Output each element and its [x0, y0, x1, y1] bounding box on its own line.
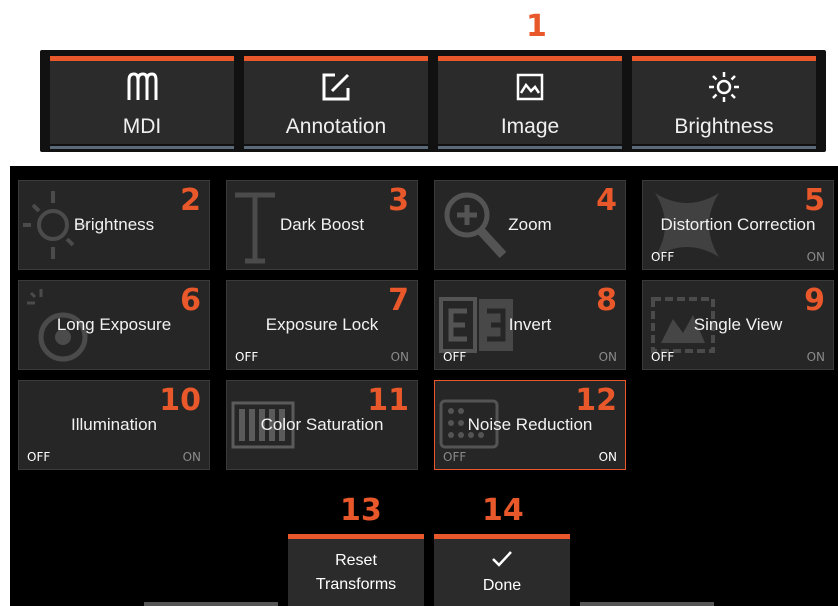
tab-mdi[interactable]: MDI [50, 56, 234, 149]
done-label: Done [482, 577, 522, 594]
mdi-icon [50, 71, 234, 103]
scroll-indicator [580, 602, 714, 606]
tile-label: Exposure Lock [265, 315, 379, 334]
tab-image[interactable]: Image [438, 56, 622, 149]
tile-long-exposure[interactable]: Long Exposure 6 [18, 280, 210, 370]
tile-label: Noise Reduction [467, 415, 593, 434]
tile-noise-reduction[interactable]: Noise Reduction 12 OFF ON [434, 380, 626, 470]
callout-1: 1 [526, 9, 547, 44]
toggle-on-label[interactable]: ON [183, 450, 201, 464]
toggle-off-label[interactable]: OFF [27, 450, 50, 464]
tile-label: Single View [693, 315, 783, 334]
callout-number: 7 [388, 283, 409, 318]
tab-label: MDI [122, 115, 162, 138]
callout-number: 3 [388, 183, 409, 218]
callout-number: 2 [180, 183, 201, 218]
tile-dark-boost[interactable]: Dark Boost 3 [226, 180, 418, 270]
tile-color-saturation[interactable]: Color Saturation 11 [226, 380, 418, 470]
reset-transforms-button[interactable]: Reset Transforms [288, 534, 424, 606]
toggle-on-label[interactable]: ON [807, 250, 825, 264]
tab-annotation[interactable]: Annotation [244, 56, 428, 149]
sun-icon [632, 71, 816, 103]
reset-label-line1: Reset [335, 552, 377, 569]
callout-number: 11 [367, 383, 409, 418]
reset-label-line2: Transforms [315, 576, 397, 593]
callout-number: 6 [180, 283, 201, 318]
toggle-off-label[interactable]: OFF [235, 350, 258, 364]
callout-number: 10 [159, 383, 201, 418]
annotation-icon [244, 71, 428, 103]
tile-label: Invert [508, 315, 552, 334]
tile-single-view[interactable]: Single View 9 OFF ON [642, 280, 834, 370]
tile-label: Color Saturation [260, 415, 384, 434]
image-settings-panel: Brightness 2 Dark Boost 3 Zoom 4 Distort… [10, 166, 838, 606]
toggle-off-label[interactable]: OFF [443, 350, 466, 364]
tile-exposure-lock[interactable]: Exposure Lock 7 OFF ON [226, 280, 418, 370]
toggle-on-label[interactable]: ON [599, 350, 617, 364]
callout-number: 12 [575, 383, 617, 418]
toggle-off-label[interactable]: OFF [443, 450, 466, 464]
tile-label: Dark Boost [279, 215, 365, 234]
tab-label: Image [500, 115, 560, 138]
tile-label: Illumination [71, 415, 157, 434]
callout-number: 5 [804, 183, 825, 218]
callout-number: 9 [804, 283, 825, 318]
tile-distortion-correction[interactable]: Distortion Correction 5 OFF ON [642, 180, 834, 270]
tile-label: Zoom [508, 215, 552, 234]
tab-label: Annotation [285, 115, 387, 138]
callout-13: 13 [340, 493, 382, 528]
tile-label: Distortion Correction [660, 215, 816, 234]
toggle-off-label[interactable]: OFF [651, 250, 674, 264]
toggle-off-label[interactable]: OFF [651, 350, 674, 364]
tile-label: Long Exposure [56, 315, 172, 334]
checkmark-icon [492, 551, 512, 567]
category-tab-bar: MDI Annotation Image Brightness [40, 50, 826, 152]
tile-zoom[interactable]: Zoom 4 [434, 180, 626, 270]
tile-label: Brightness [73, 215, 155, 234]
tab-label: Brightness [674, 115, 774, 138]
tab-brightness[interactable]: Brightness [632, 56, 816, 149]
tile-illumination[interactable]: Illumination 10 OFF ON [18, 380, 210, 470]
toggle-on-label[interactable]: ON [599, 450, 617, 464]
done-button[interactable]: Done [434, 534, 570, 606]
callout-14: 14 [482, 493, 524, 528]
image-icon [438, 71, 622, 103]
callout-number: 8 [596, 283, 617, 318]
toggle-on-label[interactable]: ON [807, 350, 825, 364]
tile-brightness[interactable]: Brightness 2 [18, 180, 210, 270]
tile-invert[interactable]: Invert 8 OFF ON [434, 280, 626, 370]
toggle-on-label[interactable]: ON [391, 350, 409, 364]
scroll-indicator [144, 602, 278, 606]
callout-number: 4 [596, 183, 617, 218]
